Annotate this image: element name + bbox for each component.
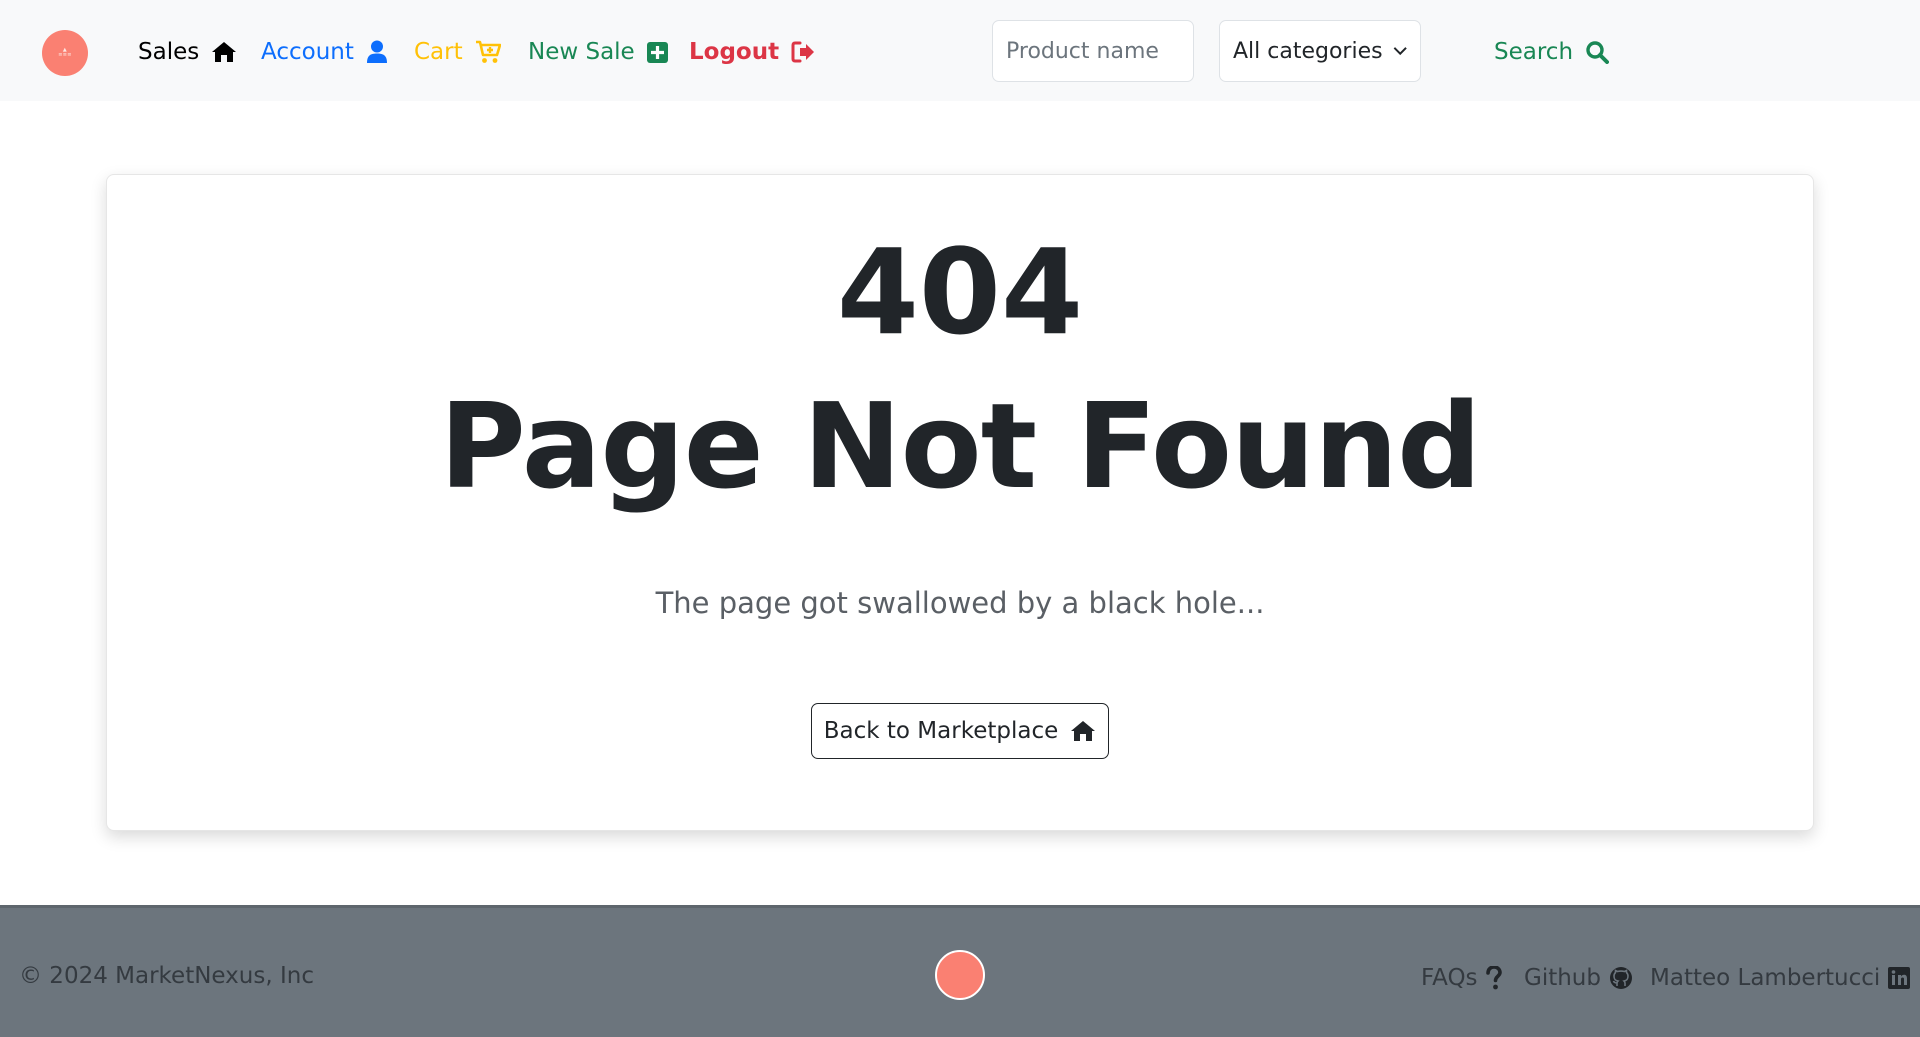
- search-button-label: Search: [1494, 39, 1574, 65]
- magnifier-icon: [1586, 41, 1610, 64]
- search-button[interactable]: Search: [1494, 36, 1610, 68]
- footer-linkedin-link[interactable]: Matteo Lambertucci: [1650, 963, 1911, 993]
- chevron-down-icon: [1393, 47, 1407, 56]
- back-to-marketplace-button[interactable]: Back to Marketplace: [811, 703, 1109, 759]
- error-code: 404: [836, 223, 1084, 361]
- footer-github-label: Github: [1524, 965, 1601, 991]
- nav-new-sale-label: New Sale: [528, 39, 635, 65]
- brand-logo[interactable]: ▲ ≡≡≡: [42, 30, 88, 76]
- footer-github-link[interactable]: Github: [1524, 963, 1633, 993]
- logo-mark-icon: ▲ ≡≡≡: [58, 46, 72, 58]
- house-icon: [212, 42, 237, 62]
- nav-account-link[interactable]: Account: [261, 36, 388, 68]
- footer-faqs-link[interactable]: FAQs: [1421, 963, 1502, 993]
- nav-account-label: Account: [261, 39, 354, 65]
- github-icon: [1610, 967, 1632, 989]
- plus-square-icon: [646, 41, 668, 63]
- question-icon: [1485, 966, 1502, 990]
- footer-linkedin-label: Matteo Lambertucci: [1650, 965, 1881, 991]
- nav-logout-link[interactable]: Logout: [689, 36, 815, 68]
- nav-new-sale-link[interactable]: New Sale: [528, 36, 668, 68]
- back-button-label: Back to Marketplace: [823, 718, 1059, 744]
- page-footer: © 2024 MarketNexus, Inc FAQs Github Matt…: [0, 905, 1920, 1037]
- footer-copyright: © 2024 MarketNexus, Inc: [19, 963, 314, 989]
- error-message: The page got swallowed by a black hole..…: [655, 586, 1265, 620]
- footer-logo[interactable]: [935, 950, 985, 1000]
- user-icon: [366, 40, 387, 63]
- top-navbar: ▲≡≡≡ Sales Account Cart New Sale Logout: [0, 0, 1920, 101]
- linkedin-icon: [1888, 967, 1911, 989]
- footer-faqs-label: FAQs: [1421, 965, 1478, 991]
- nav-cart-link[interactable]: Cart: [414, 36, 501, 68]
- nav-cart-label: Cart: [414, 39, 463, 65]
- nav-sales-label: Sales: [138, 39, 200, 65]
- error-title: Page Not Found: [439, 377, 1481, 515]
- category-select[interactable]: All categories: [1219, 20, 1421, 82]
- sign-out-icon: [791, 41, 815, 63]
- nav-sales-link[interactable]: Sales: [138, 36, 237, 68]
- category-select-value: All categories: [1233, 38, 1383, 64]
- house-icon: [1071, 721, 1096, 741]
- nav-logout-label: Logout: [689, 39, 780, 65]
- product-search-input[interactable]: [992, 20, 1194, 82]
- cart-plus-icon: [475, 40, 501, 63]
